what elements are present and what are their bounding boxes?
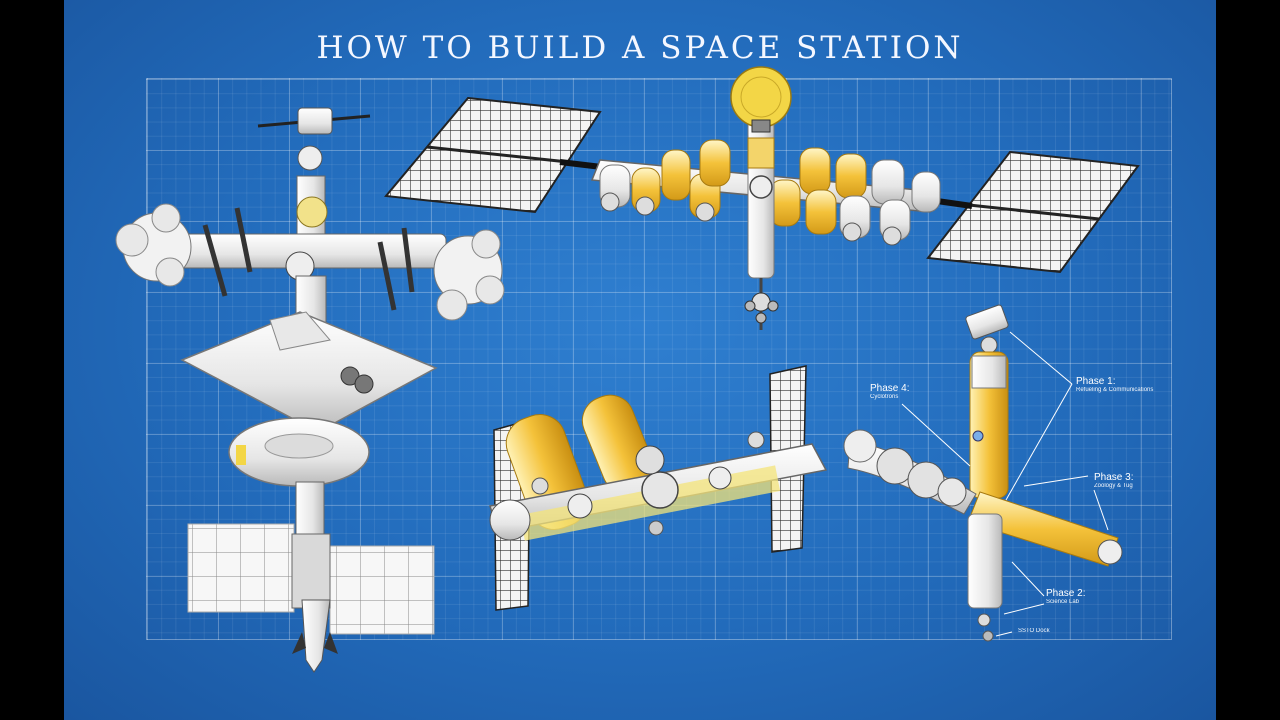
ssto-dock-label: SSTO Dock xyxy=(1018,628,1050,634)
center-station xyxy=(489,365,828,611)
solar-panel-lower-right xyxy=(329,545,435,635)
phase4-label: Phase 4: Cyclotrons xyxy=(870,383,910,400)
top-probe xyxy=(297,107,333,135)
phase1-label: Phase 1: Refueling & Communications xyxy=(1076,376,1154,393)
station-illustrations xyxy=(115,66,1140,673)
phase2-science-lab xyxy=(967,513,1003,609)
screen: HOW TO BUILD A SPACE STATION Phase 1: Re… xyxy=(0,0,1280,720)
phase2-label: Phase 2: Science Lab xyxy=(1046,588,1086,605)
ssto-shuttle xyxy=(301,599,331,673)
phase3-label: Phase 3: Zoology & Tug xyxy=(1094,472,1134,489)
communications-dish xyxy=(730,66,792,128)
solar-panel-lower-left xyxy=(187,523,295,613)
